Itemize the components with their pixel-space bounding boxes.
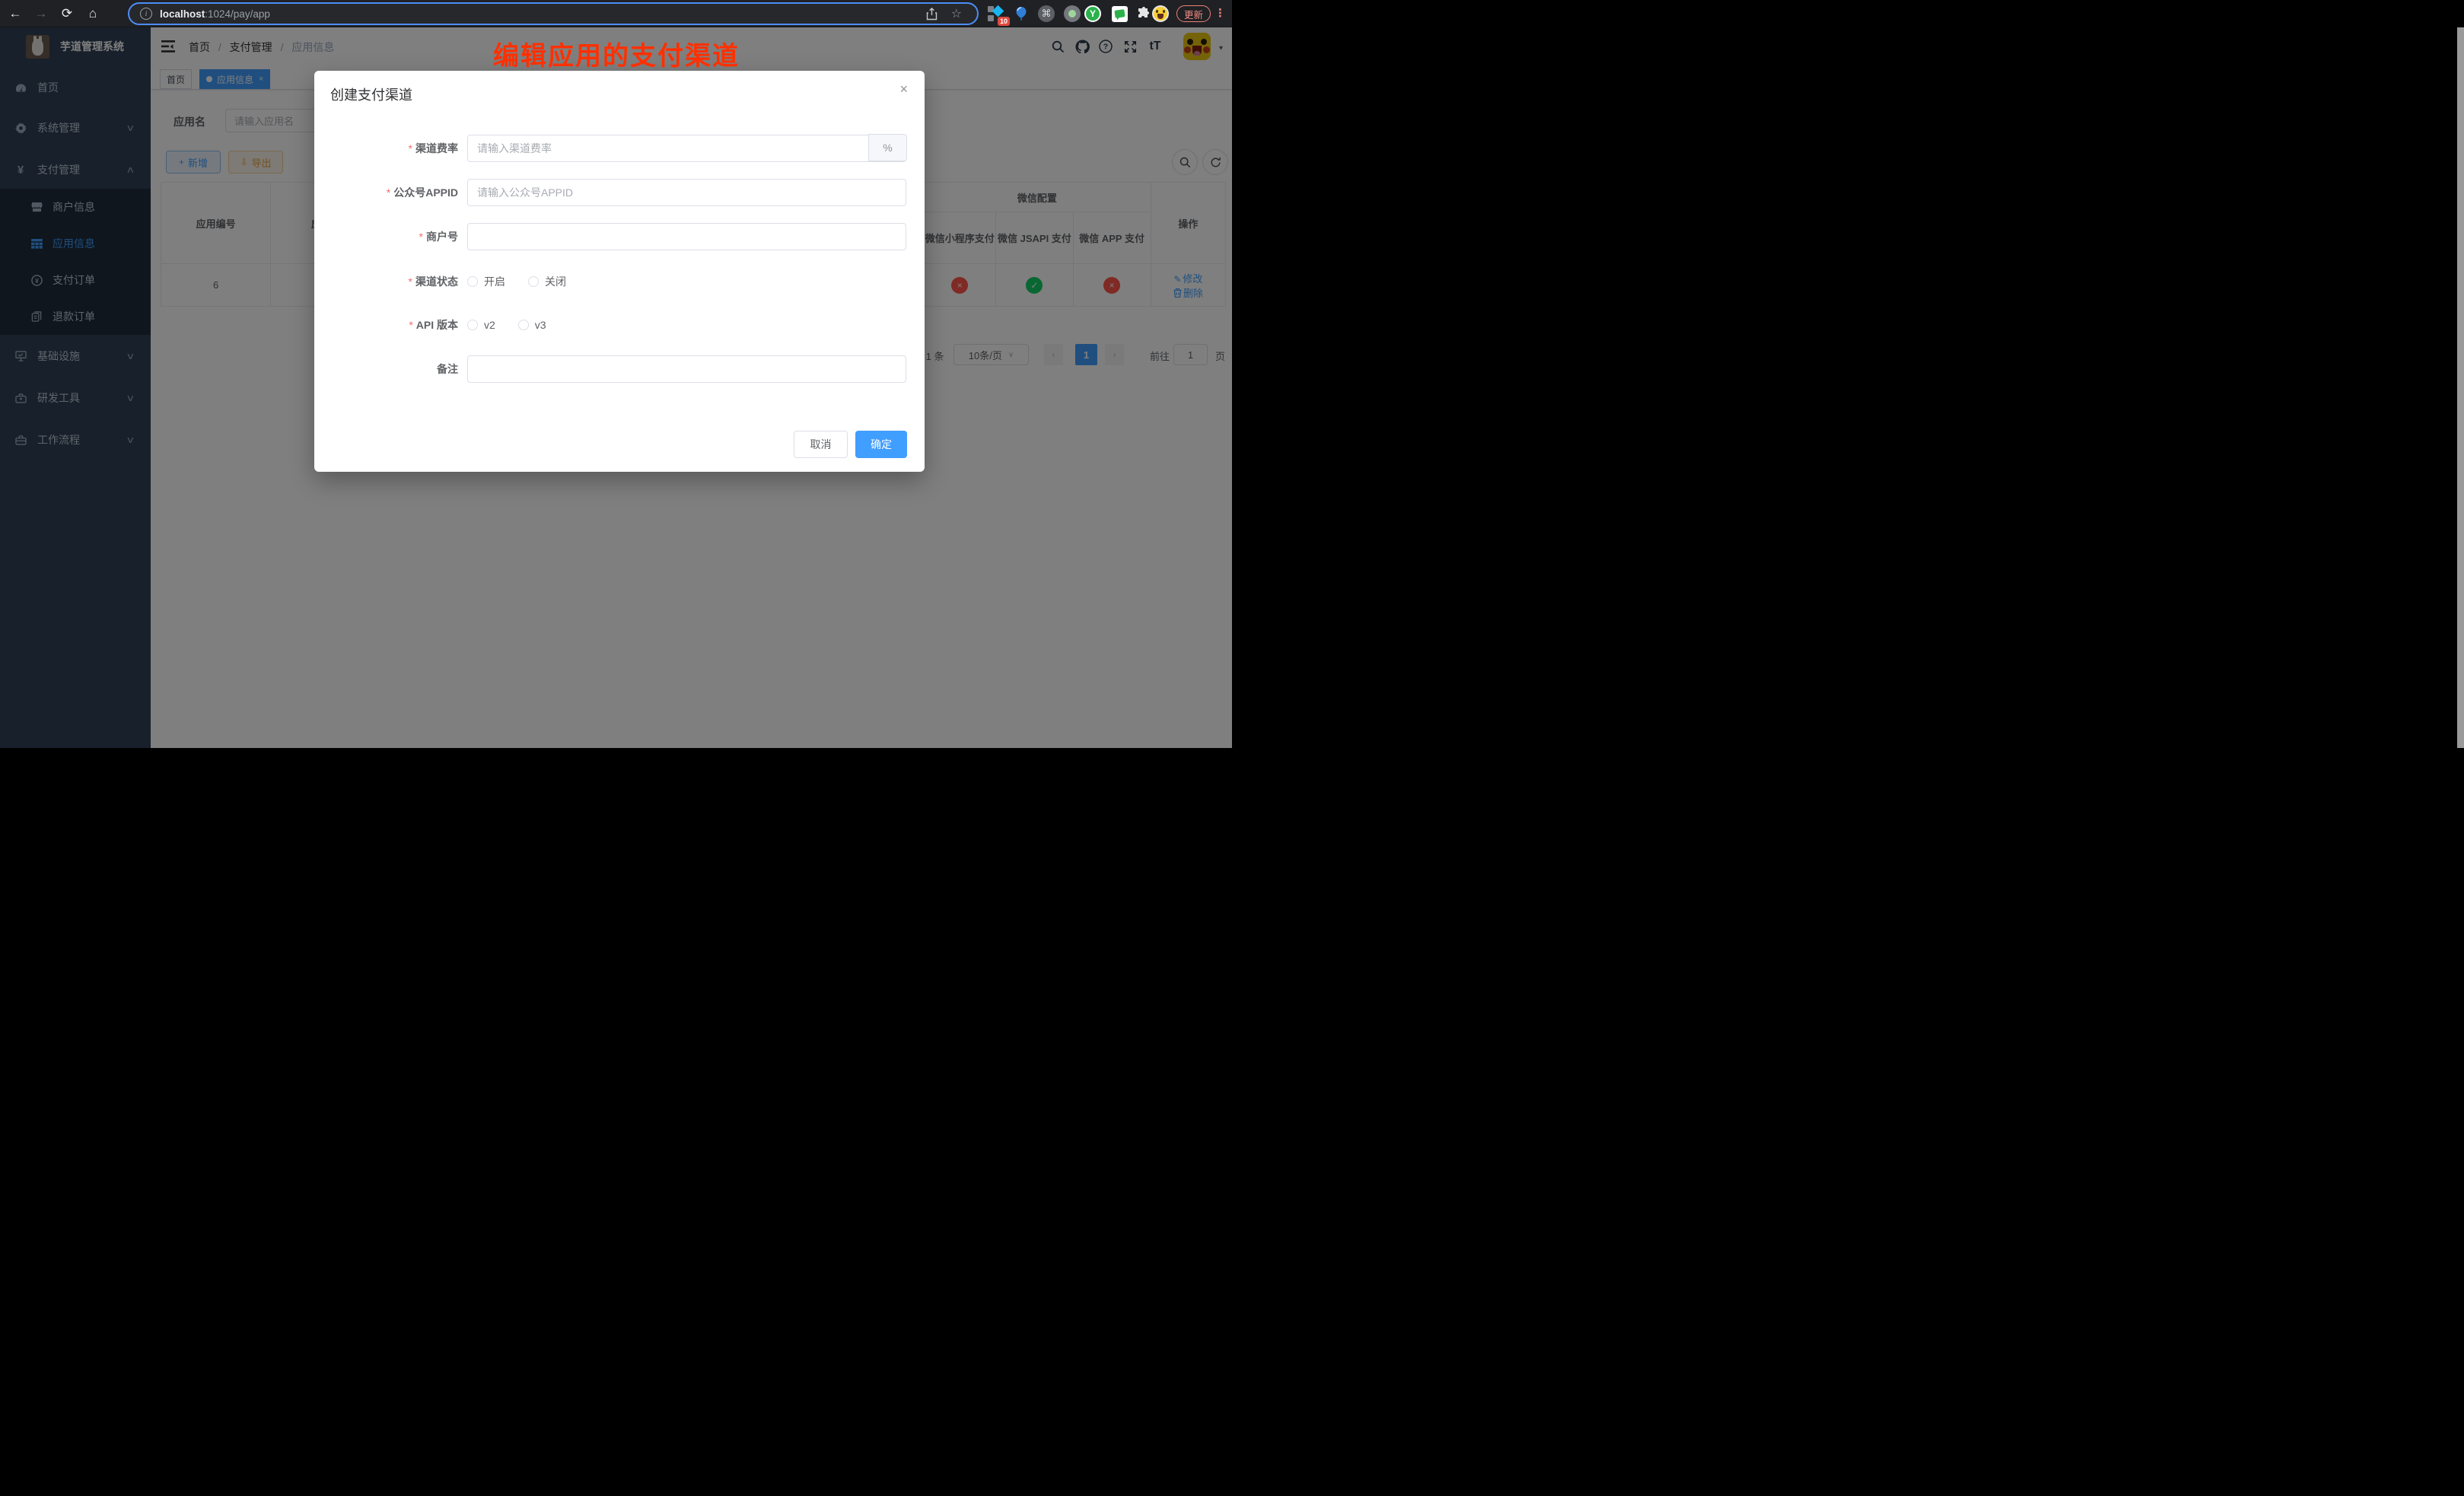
extension-chat-icon[interactable]: [1110, 5, 1129, 23]
chrome-update-button[interactable]: 更新: [1176, 5, 1211, 22]
remark-input[interactable]: [467, 355, 906, 383]
extension-diamond-icon[interactable]: 10: [986, 5, 1004, 23]
profile-emoji-icon[interactable]: [1151, 5, 1170, 23]
browser-reload-icon[interactable]: ⟳: [56, 0, 78, 27]
merchant-input[interactable]: [467, 223, 906, 250]
share-icon[interactable]: [926, 4, 938, 24]
appid-input[interactable]: 请输入公众号APPID: [467, 179, 906, 206]
url-text: localhost:1024/pay/app: [160, 8, 270, 20]
bookmark-star-icon[interactable]: ☆: [951, 4, 962, 24]
field-merchant: *商户号: [314, 223, 925, 250]
dialog-close-icon[interactable]: ×: [899, 81, 908, 97]
percent-suffix: %: [868, 134, 907, 161]
radio-status-on[interactable]: [467, 276, 478, 287]
extension-command-icon[interactable]: ⌘: [1037, 5, 1055, 23]
extension-balloon-icon[interactable]: [1012, 5, 1030, 23]
extension-y-icon[interactable]: Y: [1084, 5, 1102, 23]
browser-back-icon[interactable]: ←: [5, 0, 26, 27]
field-api-version: *API 版本 v2 v3: [314, 311, 925, 339]
browser-forward-icon[interactable]: →: [30, 0, 52, 27]
field-rate: *渠道费率 请输入渠道费率 %: [314, 135, 925, 162]
field-status: *渠道状态 开启 关闭: [314, 268, 925, 295]
annotation-text: 编辑应用的支付渠道: [493, 35, 740, 72]
field-appid: *公众号APPID 请输入公众号APPID: [314, 179, 925, 206]
extension-badge: 10: [998, 17, 1010, 26]
required-asterisk: *: [409, 142, 412, 154]
rate-input[interactable]: 请输入渠道费率: [467, 135, 906, 162]
radio-api-v2[interactable]: [467, 320, 478, 330]
radio-status-off[interactable]: [528, 276, 539, 287]
extensions-puzzle-icon[interactable]: [1135, 5, 1153, 23]
extension-dot-icon[interactable]: [1063, 5, 1081, 23]
dialog-title: 创建支付渠道: [330, 84, 412, 104]
chrome-menu-icon[interactable]: ⋮: [1214, 6, 1226, 20]
confirm-button[interactable]: 确定: [855, 431, 907, 458]
browser-toolbar: ← → ⟳ ⌂ i localhost:1024/pay/app ☆ 10 ⌘ …: [0, 0, 1232, 27]
browser-home-icon[interactable]: ⌂: [82, 0, 103, 27]
page-scrollbar[interactable]: [2457, 27, 2464, 748]
create-channel-dialog: 创建支付渠道 × *渠道费率 请输入渠道费率 % *公众号APPID 请输入公众…: [314, 71, 925, 472]
field-remark: 备注: [314, 355, 925, 383]
cancel-button[interactable]: 取消: [794, 431, 848, 458]
address-bar[interactable]: i localhost:1024/pay/app ☆: [128, 2, 979, 25]
site-info-icon[interactable]: i: [140, 8, 152, 20]
radio-api-v3[interactable]: [518, 320, 529, 330]
